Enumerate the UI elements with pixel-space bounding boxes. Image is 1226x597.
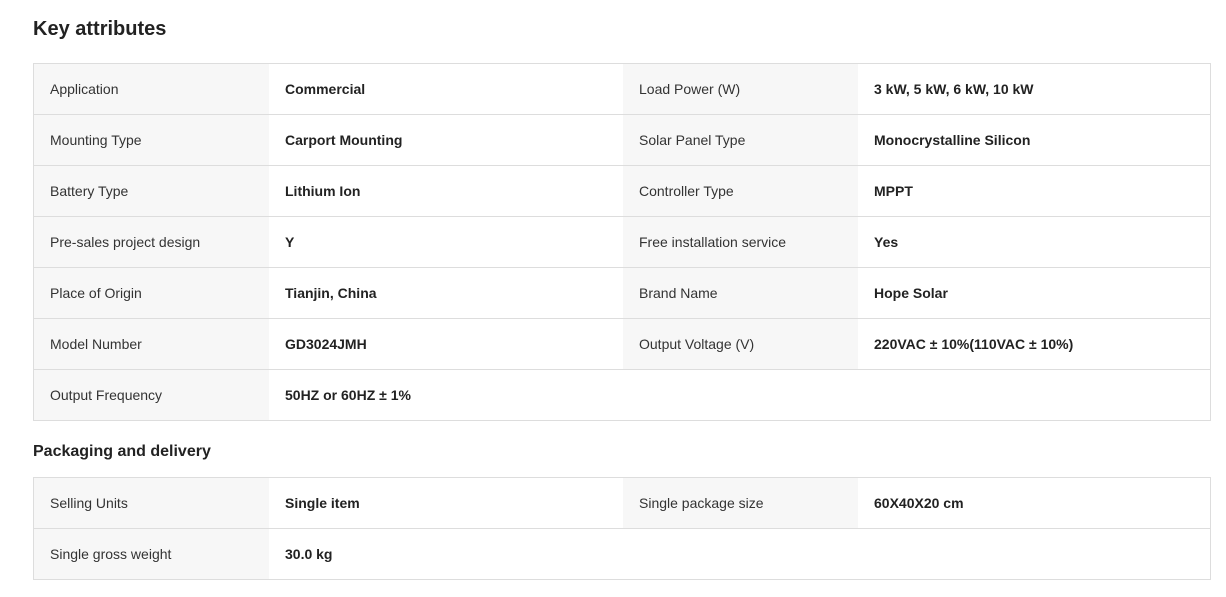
attribute-value: Hope Solar	[858, 268, 1210, 318]
attribute-label: Mounting Type	[34, 115, 269, 165]
attribute-value: Commercial	[269, 64, 623, 114]
table-row: Mounting Type Carport Mounting Solar Pan…	[34, 115, 1210, 166]
attribute-value: Tianjin, China	[269, 268, 623, 318]
key-attributes-table: Application Commercial Load Power (W) 3 …	[33, 63, 1211, 421]
attribute-label: Free installation service	[623, 217, 858, 267]
attribute-value: MPPT	[858, 166, 1210, 216]
empty-cell	[623, 529, 858, 579]
attribute-label: Solar Panel Type	[623, 115, 858, 165]
attribute-label: Single gross weight	[34, 529, 269, 579]
table-row: Pre-sales project design Y Free installa…	[34, 217, 1210, 268]
empty-cell	[858, 529, 1210, 579]
empty-cell	[858, 370, 1210, 420]
key-attributes-heading: Key attributes	[33, 18, 167, 40]
attribute-value: 220VAC ± 10%(110VAC ± 10%)	[858, 319, 1210, 369]
attribute-label: Output Voltage (V)	[623, 319, 858, 369]
attribute-label: Load Power (W)	[623, 64, 858, 114]
attribute-value: Carport Mounting	[269, 115, 623, 165]
table-row: Output Frequency 50HZ or 60HZ ± 1%	[34, 370, 1210, 420]
attribute-value: 30.0 kg	[269, 529, 623, 579]
empty-cell	[623, 370, 858, 420]
table-row: Battery Type Lithium Ion Controller Type…	[34, 166, 1210, 217]
attribute-value: Lithium Ion	[269, 166, 623, 216]
attribute-label: Model Number	[34, 319, 269, 369]
table-row: Application Commercial Load Power (W) 3 …	[34, 64, 1210, 115]
attribute-value: 60X40X20 cm	[858, 478, 1210, 528]
attribute-label: Output Frequency	[34, 370, 269, 420]
table-row: Model Number GD3024JMH Output Voltage (V…	[34, 319, 1210, 370]
attribute-value: Yes	[858, 217, 1210, 267]
attribute-value: 50HZ or 60HZ ± 1%	[269, 370, 623, 420]
attribute-value: GD3024JMH	[269, 319, 623, 369]
attribute-value: Monocrystalline Silicon	[858, 115, 1210, 165]
attribute-value: Single item	[269, 478, 623, 528]
packaging-heading: Packaging and delivery	[33, 443, 211, 460]
attribute-value: 3 kW, 5 kW, 6 kW, 10 kW	[858, 64, 1210, 114]
attribute-label: Battery Type	[34, 166, 269, 216]
attribute-label: Place of Origin	[34, 268, 269, 318]
packaging-table: Selling Units Single item Single package…	[33, 477, 1211, 580]
table-row: Selling Units Single item Single package…	[34, 478, 1210, 529]
attribute-label: Brand Name	[623, 268, 858, 318]
table-row: Place of Origin Tianjin, China Brand Nam…	[34, 268, 1210, 319]
table-row: Single gross weight 30.0 kg	[34, 529, 1210, 579]
product-attributes-page: Key attributes Application Commercial Lo…	[0, 0, 1226, 597]
attribute-label: Selling Units	[34, 478, 269, 528]
attribute-label: Application	[34, 64, 269, 114]
attribute-label: Controller Type	[623, 166, 858, 216]
attribute-label: Single package size	[623, 478, 858, 528]
attribute-label: Pre-sales project design	[34, 217, 269, 267]
attribute-value: Y	[269, 217, 623, 267]
